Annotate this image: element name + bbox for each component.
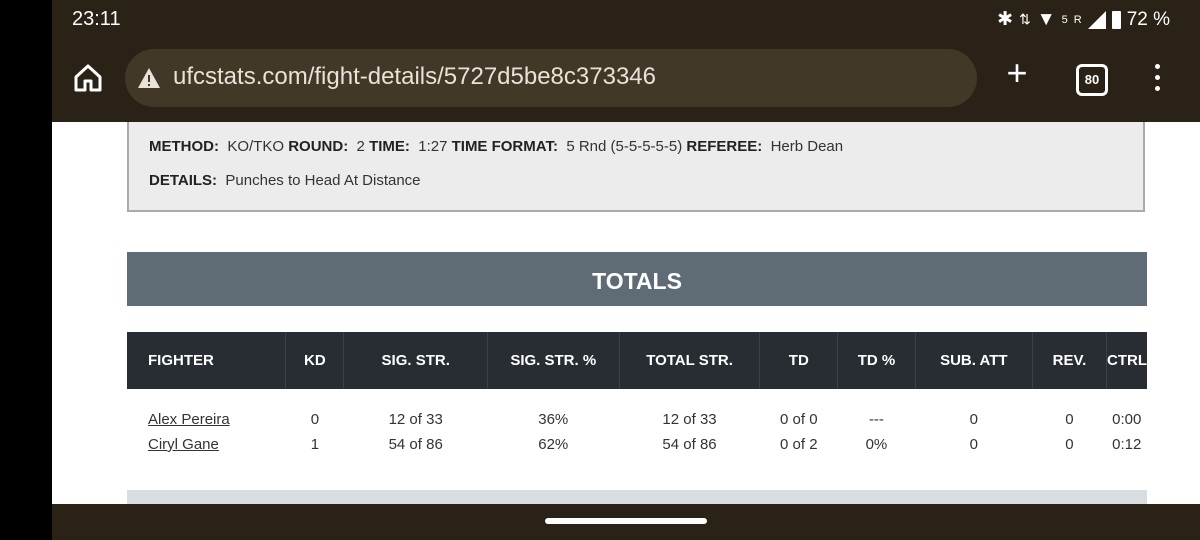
sub-att-cell: 0 0 <box>915 389 1032 457</box>
td-cell: 0 of 0 0 of 2 <box>760 389 838 457</box>
bluetooth-icon: ✱ <box>997 9 1014 30</box>
round-label: ROUND: <box>288 138 349 155</box>
fight-details-box: METHOD: KO/TKO ROUND: 2 TIME: 1:27 TIME … <box>127 122 1145 212</box>
status-bar: 23:11 ✱ ⇅ ▼ 5 R 72 % <box>52 0 1200 40</box>
tab-count-button[interactable]: 80 <box>1076 64 1108 96</box>
wifi-icon: ▼ <box>1036 8 1056 30</box>
details-label: DETAILS: <box>149 172 218 189</box>
roaming-label: R <box>1073 13 1082 26</box>
sig-str-value: 54 of 86 <box>388 436 443 453</box>
web-page-content: METHOD: KO/TKO ROUND: 2 TIME: 1:27 TIME … <box>52 122 1200 504</box>
td-value: 0 of 2 <box>780 436 818 453</box>
kd-value: 1 <box>310 436 320 453</box>
network-type-label: 5 <box>1061 13 1068 26</box>
time-label: TIME: <box>369 138 410 155</box>
td-value: 0 of 0 <box>780 411 818 428</box>
total-str-value: 54 of 86 <box>662 436 717 453</box>
header-sub-att[interactable]: SUB. ATT <box>915 332 1033 389</box>
rev-cell: 0 0 <box>1032 389 1106 457</box>
home-icon[interactable] <box>72 62 104 94</box>
header-total-str[interactable]: TOTAL STR. <box>619 332 761 389</box>
ctrl-value: 0:00 <box>1112 411 1142 428</box>
totals-data-row: Alex Pereira Ciryl Gane 0 1 12 of 33 54 … <box>127 389 1147 457</box>
next-section-panel <box>127 490 1147 504</box>
sig-str-pct-cell: 36% 62% <box>487 389 619 457</box>
header-fighter[interactable]: FIGHTER <box>127 332 287 389</box>
method-label: METHOD: <box>149 138 219 155</box>
data-arrows-icon: ⇅ <box>1019 11 1031 27</box>
header-sig-str[interactable]: SIG. STR. <box>343 332 488 389</box>
time-value: 1:27 <box>418 138 448 155</box>
sub-att-value: 0 <box>969 411 978 428</box>
kd-value: 0 <box>310 411 320 428</box>
fight-details-line: DETAILS: Punches to Head At Distance <box>149 172 421 189</box>
ctrl-value: 0:12 <box>1112 436 1142 453</box>
battery-icon <box>1111 10 1121 29</box>
header-td-pct[interactable]: TD % <box>837 332 916 389</box>
signal-icon <box>1087 10 1106 29</box>
fighter-link[interactable]: Ciryl Gane <box>148 436 219 453</box>
new-tab-plus-icon[interactable]: + <box>1002 55 1032 91</box>
rev-value: 0 <box>1065 436 1074 453</box>
more-menu-icon[interactable] <box>1153 64 1161 94</box>
time-format-value: 5 Rnd (5-5-5-5-5) <box>566 138 683 155</box>
round-value: 2 <box>356 138 365 155</box>
left-edge-bar <box>0 0 52 540</box>
header-ctrl[interactable]: CTRL <box>1106 332 1147 389</box>
rev-value: 0 <box>1065 411 1074 428</box>
totals-heading: TOTALS <box>127 252 1147 306</box>
navigation-bar <box>52 504 1200 540</box>
warning-icon[interactable] <box>137 66 161 90</box>
td-pct-value: 0% <box>865 436 888 453</box>
status-icons: ✱ ⇅ ▼ 5 R 72 % <box>997 8 1170 31</box>
address-bar[interactable]: ufcstats.com/fight-details/5727d5be8c373… <box>125 49 977 107</box>
sig-str-cell: 12 of 33 54 of 86 <box>344 389 487 457</box>
total-str-cell: 12 of 33 54 of 86 <box>619 389 760 457</box>
header-rev[interactable]: REV. <box>1032 332 1108 389</box>
status-time: 23:11 <box>72 8 121 30</box>
battery-level: 72 % <box>1126 8 1170 30</box>
gesture-handle[interactable] <box>545 518 707 524</box>
fight-summary-line: METHOD: KO/TKO ROUND: 2 TIME: 1:27 TIME … <box>149 138 843 155</box>
total-str-value: 12 of 33 <box>662 411 717 428</box>
header-kd[interactable]: KD <box>285 332 345 389</box>
td-pct-value: --- <box>868 411 884 428</box>
referee-label: REFEREE: <box>686 138 763 155</box>
sig-str-pct-value: 36% <box>538 411 569 428</box>
sig-str-pct-value: 62% <box>538 436 569 453</box>
fighter-cell: Alex Pereira Ciryl Gane <box>127 389 286 457</box>
url-text[interactable]: ufcstats.com/fight-details/5727d5be8c373… <box>173 63 656 91</box>
sub-att-value: 0 <box>969 436 978 453</box>
details-value: Punches to Head At Distance <box>225 172 421 189</box>
ctrl-cell: 0:00 0:12 <box>1107 389 1148 457</box>
header-sig-str-pct[interactable]: SIG. STR. % <box>487 332 620 389</box>
referee-value: Herb Dean <box>770 138 844 155</box>
totals-header-row: FIGHTER KD SIG. STR. SIG. STR. % TOTAL S… <box>127 332 1147 389</box>
sig-str-value: 12 of 33 <box>388 411 443 428</box>
method-value: KO/TKO <box>227 138 285 155</box>
td-pct-cell: --- 0% <box>838 389 916 457</box>
fighter-link[interactable]: Alex Pereira <box>148 411 230 428</box>
header-td[interactable]: TD <box>759 332 839 389</box>
totals-table: FIGHTER KD SIG. STR. SIG. STR. % TOTAL S… <box>127 332 1147 457</box>
browser-toolbar: ufcstats.com/fight-details/5727d5be8c373… <box>52 40 1200 122</box>
time-format-label: TIME FORMAT: <box>451 138 558 155</box>
kd-cell: 0 1 <box>286 389 344 457</box>
